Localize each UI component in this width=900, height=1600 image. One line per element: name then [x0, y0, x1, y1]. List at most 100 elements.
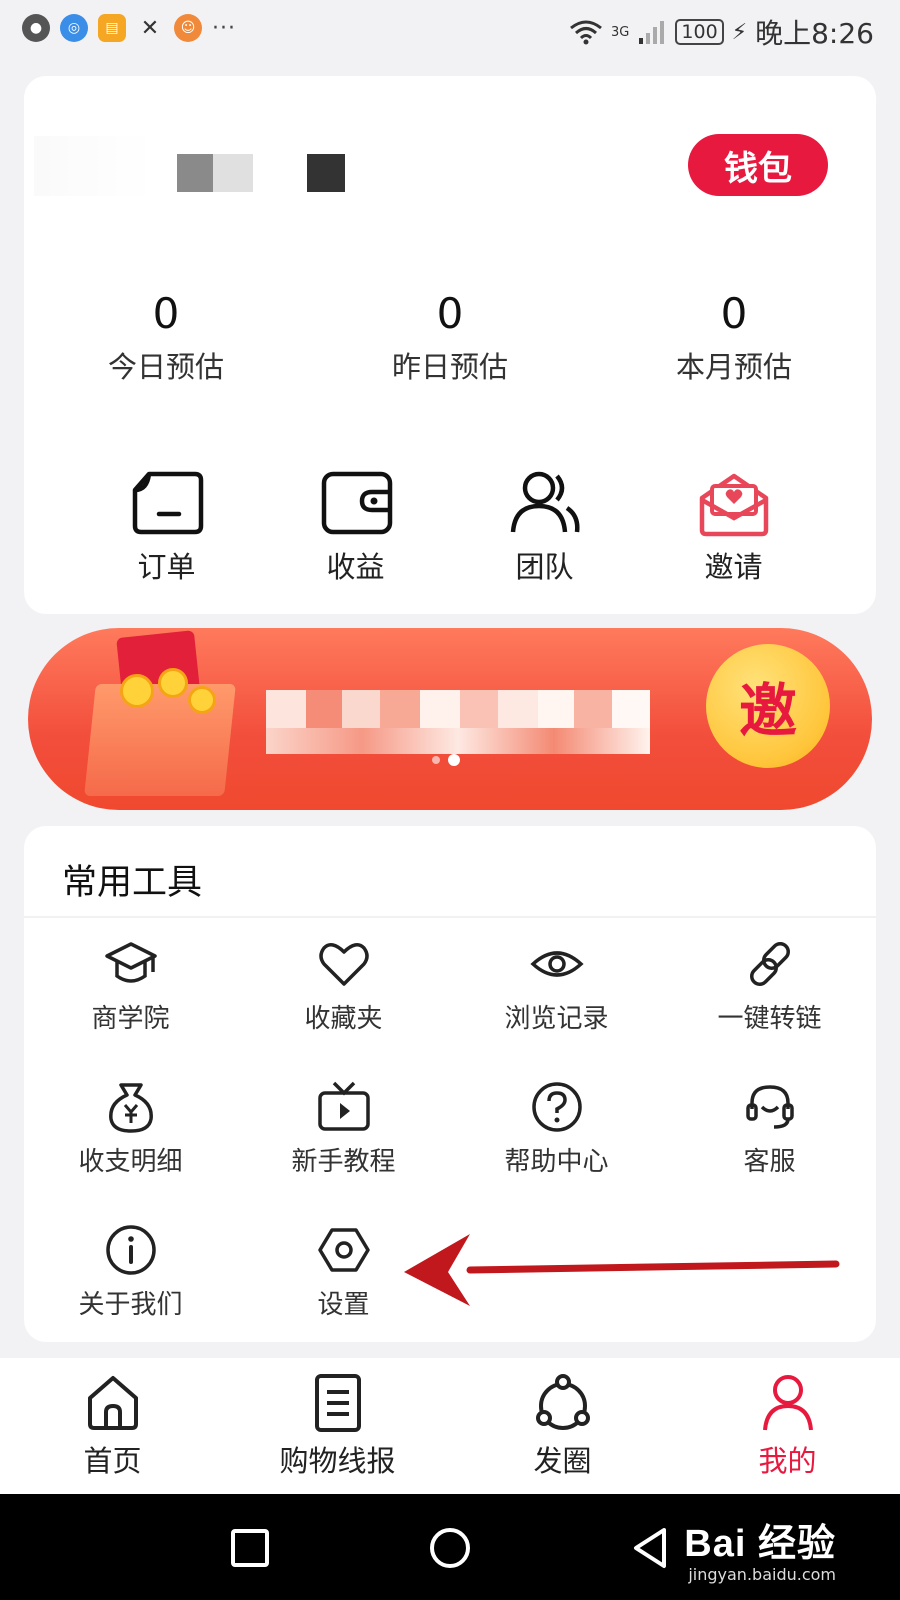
eye-icon	[529, 951, 584, 977]
stat-today[interactable]: 0 今日预估	[24, 288, 308, 386]
info-icon	[105, 1225, 156, 1275]
carousel-dots	[432, 754, 460, 766]
clock: 晚上8:26	[755, 17, 874, 50]
team-icon	[510, 471, 580, 533]
back-button[interactable]	[622, 1520, 678, 1576]
tab-label: 我的	[758, 1444, 817, 1478]
home-icon	[87, 1376, 138, 1430]
carousel-dot[interactable]	[432, 756, 440, 764]
stat-label: 昨日预估	[391, 350, 508, 384]
banner-text-redacted	[420, 690, 460, 728]
tab-home[interactable]: 首页	[0, 1358, 225, 1494]
order-icon	[132, 471, 203, 535]
coin-graphic	[158, 668, 188, 698]
invite-button[interactable]: 邀	[706, 644, 830, 768]
home-nav-button[interactable]	[422, 1520, 478, 1576]
tool-label: 收支明细	[78, 1147, 183, 1177]
money-bag-icon	[108, 1083, 153, 1133]
settings-hexagon-icon	[317, 1228, 370, 1272]
quick-order[interactable]: 订单	[72, 468, 261, 586]
banner-text-redacted	[460, 690, 498, 728]
graduation-cap-icon	[104, 942, 157, 983]
question-icon	[531, 1082, 582, 1132]
tool-favorites[interactable]: 收藏夹	[237, 936, 450, 1079]
earnings-stats: 0 今日预估 0 昨日预估 0 本月预估	[24, 288, 876, 386]
wallet-button[interactable]: 钱包	[688, 134, 828, 196]
tab-label: 首页	[83, 1444, 142, 1478]
wallet-icon	[321, 471, 392, 535]
document-icon	[314, 1374, 361, 1432]
promo-banner[interactable]: 邀	[28, 628, 872, 810]
tool-label: 帮助中心	[504, 1147, 609, 1177]
tab-profile[interactable]: 我的	[675, 1358, 900, 1494]
tool-transactions[interactable]: 收支明细	[24, 1079, 237, 1222]
circle-icon	[430, 1528, 470, 1568]
more-notifications: ···	[212, 15, 236, 41]
banner-text-redacted	[380, 690, 420, 728]
annotation-arrow	[404, 1234, 840, 1306]
quick-label: 邀请	[704, 550, 763, 584]
status-bar: ● ◎ ▤ ✕ ☺ ··· 3G 100 ⚡ 晚上8:26	[0, 0, 900, 62]
bottom-tab-bar: 首页 购物线报 发圈 我的	[0, 1358, 900, 1494]
recent-apps-button[interactable]	[222, 1520, 278, 1576]
message-icon: ●	[22, 14, 50, 42]
tool-label: 设置	[317, 1290, 370, 1320]
tv-play-icon	[317, 1081, 370, 1131]
network-type: 3G	[611, 24, 630, 40]
stat-value: 0	[436, 289, 464, 338]
tab-label: 购物线报	[279, 1444, 396, 1478]
tool-label: 新手教程	[291, 1147, 396, 1177]
stat-label: 今日预估	[107, 350, 224, 384]
watermark-url: jingyan.baidu.com	[688, 1565, 836, 1584]
banner-text-redacted	[266, 728, 650, 754]
tool-label: 浏览记录	[504, 1004, 609, 1034]
battery-level: 100	[675, 19, 724, 45]
stat-month[interactable]: 0 本月预估	[592, 288, 876, 386]
quick-label: 团队	[515, 550, 574, 584]
system-nav-bar: Bai 经验 jingyan.baidu.com	[0, 1494, 900, 1600]
avatar	[34, 136, 154, 196]
carousel-dot-active[interactable]	[448, 754, 460, 766]
invite-envelope-icon	[699, 473, 768, 537]
stat-value: 0	[152, 289, 180, 338]
tool-help-center[interactable]: 帮助中心	[450, 1079, 663, 1222]
quick-team[interactable]: 团队	[450, 468, 639, 586]
quick-label: 收益	[326, 550, 385, 584]
section-title: 常用工具	[62, 863, 203, 903]
banner-text-redacted	[306, 690, 342, 728]
headset-icon	[745, 1085, 794, 1129]
watermark-main: Bai 经验	[684, 1523, 836, 1565]
square-icon	[231, 1529, 269, 1567]
stat-yesterday[interactable]: 0 昨日预估	[308, 288, 592, 386]
notification-icons: ● ◎ ▤ ✕ ☺ ···	[22, 14, 236, 42]
coin-graphic	[188, 686, 216, 714]
watermark: Bai 经验 jingyan.baidu.com	[684, 1512, 836, 1584]
username-redacted	[213, 154, 253, 192]
tool-about-us[interactable]: 关于我们	[24, 1222, 237, 1365]
tab-shopping-news[interactable]: 购物线报	[225, 1358, 450, 1494]
heart-icon	[318, 943, 369, 986]
quick-earnings[interactable]: 收益	[261, 468, 450, 586]
stat-label: 本月预估	[675, 350, 792, 384]
tool-history[interactable]: 浏览记录	[450, 936, 663, 1079]
banner-text-redacted	[574, 690, 612, 728]
tab-share-circle[interactable]: 发圈	[450, 1358, 675, 1494]
system-status: 3G 100 ⚡ 晚上8:26	[569, 12, 874, 52]
share-circle-icon	[535, 1374, 590, 1430]
tool-customer-service[interactable]: 客服	[663, 1079, 876, 1222]
tool-business-school[interactable]: 商学院	[24, 936, 237, 1079]
banner-text-redacted	[266, 690, 306, 728]
username-redacted	[177, 154, 213, 192]
tab-label: 发圈	[533, 1444, 592, 1478]
banner-text-redacted	[538, 690, 574, 728]
quick-label: 订单	[137, 550, 196, 584]
banner-text-redacted	[498, 690, 538, 728]
charging-icon: ⚡	[731, 19, 748, 45]
back-triangle-icon	[634, 1528, 666, 1568]
tool-label: 收藏夹	[304, 1004, 383, 1034]
quick-actions: 订单 收益 团队 邀请	[24, 468, 876, 586]
quick-invite[interactable]: 邀请	[639, 468, 828, 586]
banner-text-redacted	[612, 690, 650, 728]
tool-convert-link[interactable]: 一键转链	[663, 936, 876, 1079]
tool-tutorial[interactable]: 新手教程	[237, 1079, 450, 1222]
